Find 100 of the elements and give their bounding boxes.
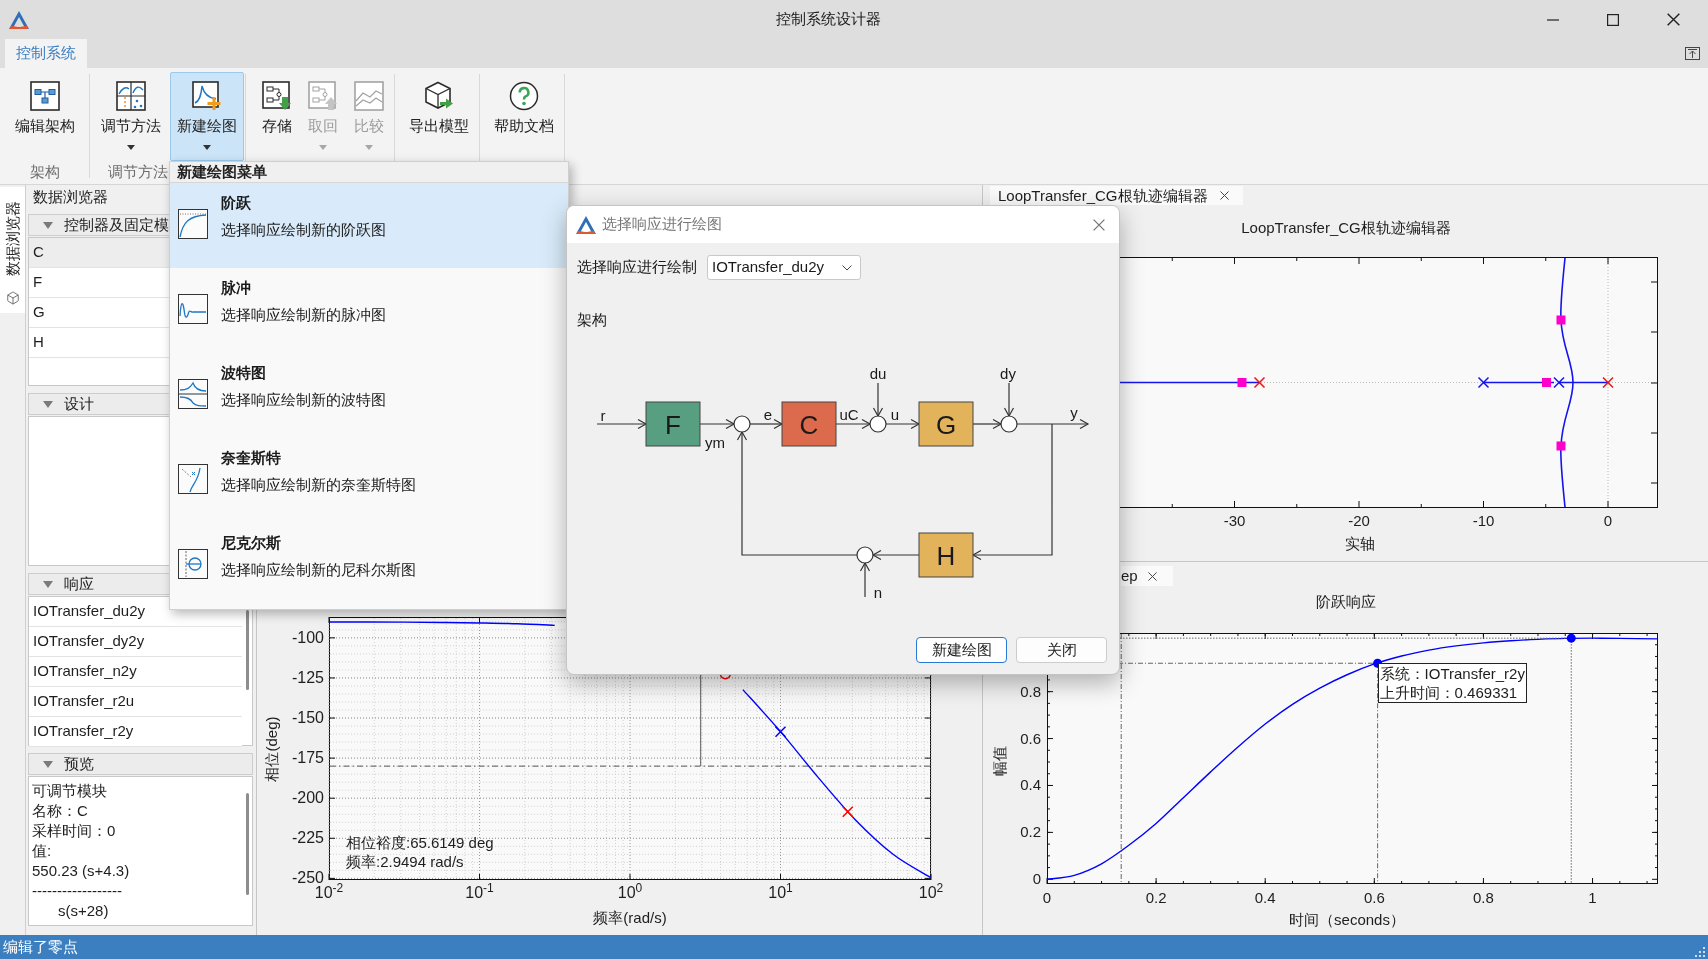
point-marker-icon xyxy=(1566,633,1576,643)
cross-marker-icon xyxy=(774,725,787,738)
cross-marker-icon xyxy=(1477,376,1490,389)
signal-label: ym xyxy=(705,433,725,451)
preview-text: 值: xyxy=(32,841,52,861)
section-header[interactable]: 预览 xyxy=(28,753,253,775)
resize-grip-icon[interactable] xyxy=(1695,947,1705,957)
dialog-button[interactable]: 新建绘图 xyxy=(916,637,1007,663)
ribbon-button[interactable]: 调节方法 xyxy=(96,72,166,161)
diagram-block[interactable]: C xyxy=(781,401,837,447)
status-text: 编辑了零点 xyxy=(2,936,78,957)
chart-title: 阶跃响应 xyxy=(1316,593,1376,611)
close-icon[interactable] xyxy=(1219,191,1229,200)
x-tick-label: 10$^{0}$ xyxy=(617,884,643,902)
cube-icon xyxy=(5,291,20,305)
line-chart-icon xyxy=(354,81,384,111)
y-tick-label: -100 xyxy=(291,628,324,647)
y-tick-label: -175 xyxy=(291,749,324,768)
square-marker-icon xyxy=(1556,315,1566,325)
chart-grid-icon xyxy=(116,81,146,111)
data-tip: 系统：IOTransfer_r2y 上升时间：0.469331 xyxy=(1377,663,1527,704)
side-tab[interactable]: 数据浏览器 xyxy=(0,187,25,313)
y-tick-label: -200 xyxy=(291,789,324,808)
x-tick-label: 10$^{-2}$ xyxy=(314,884,344,902)
cross-marker-icon xyxy=(1553,376,1565,389)
x-tick-label: -10 xyxy=(1472,513,1495,529)
x-axis-label: 实轴 xyxy=(1345,536,1375,552)
close-icon[interactable] xyxy=(1666,13,1680,26)
cross-marker-icon xyxy=(1253,376,1266,389)
dialog-button[interactable]: 关闭 xyxy=(1016,637,1107,663)
close-icon[interactable] xyxy=(1147,571,1157,581)
x-tick-label: -20 xyxy=(1348,513,1370,529)
preview-text: 采样时间：0 xyxy=(32,821,116,841)
y-tick-label: 0.8 xyxy=(1020,682,1041,701)
minimize-icon[interactable] xyxy=(1547,18,1559,21)
signal-label: uC xyxy=(839,405,859,423)
ribbon-button[interactable]: 新建绘图 xyxy=(170,72,244,161)
x-tick-label: 0.2 xyxy=(1145,889,1167,907)
y-tick-label: -125 xyxy=(291,668,324,687)
scrollbar[interactable] xyxy=(245,793,249,895)
window-title: 控制系统设计器 xyxy=(776,9,881,30)
ribbon-button[interactable]: 编辑架构 xyxy=(9,72,81,161)
signal-label: y xyxy=(1070,403,1078,421)
block-diagram-icon xyxy=(30,81,60,111)
x-tick-label: 0.8 xyxy=(1473,889,1494,907)
curve-cross-icon xyxy=(178,464,208,494)
summing-junction-icon xyxy=(856,546,874,564)
plot-tab[interactable]: LoopTransfer_CG根轨迹编辑器 xyxy=(990,186,1243,205)
x-axis-label: 时间（seconds） xyxy=(1289,911,1405,929)
preview-text: 可调节模块 xyxy=(32,781,107,801)
signal-label: n xyxy=(873,583,883,601)
group-label: 调节方法 xyxy=(108,162,168,183)
summing-junction-icon xyxy=(1000,415,1018,433)
x-tick-label: 0 xyxy=(1603,513,1613,529)
y-axis-label: 幅值 xyxy=(992,746,1008,776)
y-axis-label: 相位(deg) xyxy=(264,716,280,781)
y-tick-label: -250 xyxy=(291,869,324,887)
ribbon-tab[interactable]: 控制系统 xyxy=(5,39,87,68)
x-tick-label: 1 xyxy=(1588,889,1597,907)
group-label: 架构 xyxy=(29,162,60,183)
x-tick-label: 10$^{2}$ xyxy=(918,884,944,902)
y-tick-label: 0 xyxy=(1032,870,1041,889)
ribbon-button[interactable]: 导出模型 xyxy=(404,72,474,161)
diagram-block[interactable]: F xyxy=(645,401,701,447)
response-dropdown[interactable]: IOTransfer_du2y xyxy=(707,255,861,280)
maximize-icon[interactable] xyxy=(1607,13,1619,26)
chevron-down-icon xyxy=(842,264,852,271)
collapse-icon[interactable] xyxy=(1685,47,1700,60)
dialog-title: 选择响应进行绘图 xyxy=(602,214,722,235)
preview-text: 550.23 (s+4.3) xyxy=(32,861,130,881)
locus-line xyxy=(1558,381,1609,384)
cross-marker-icon xyxy=(1602,376,1614,389)
menu-item[interactable]: 阶跃 选择响应绘制新的阶跃图 xyxy=(170,183,568,268)
chart-title: LoopTransfer_CG根轨迹编辑器 xyxy=(1241,219,1451,237)
diagram-block[interactable]: G xyxy=(918,401,974,447)
wave-curve-icon xyxy=(178,294,208,324)
y-tick-label: -150 xyxy=(291,709,324,727)
scrollbar[interactable] xyxy=(245,610,249,690)
annotation-text: 相位裕度:65.6149 deg xyxy=(346,833,494,852)
ribbon-button[interactable]: 存储 xyxy=(255,72,299,161)
app-logo-icon xyxy=(9,10,29,29)
menu-item[interactable]: 奈奎斯特 选择响应绘制新的奈奎斯特图 xyxy=(170,438,568,523)
square-marker-icon xyxy=(1237,378,1247,387)
signal-label: dy xyxy=(1000,364,1016,382)
x-tick-label: 0.4 xyxy=(1254,889,1276,907)
plot-tab[interactable]: ep xyxy=(1121,566,1173,586)
x-tick-label: 10$^{-1}$ xyxy=(465,884,494,902)
preview-text: 名称：C xyxy=(32,801,88,821)
panel-title: 数据浏览器 xyxy=(33,187,108,208)
signal-label: r xyxy=(600,406,606,424)
x-axis-label: 频率(rad/s) xyxy=(593,909,667,927)
square-marker-icon xyxy=(1556,441,1566,451)
field-label: 选择响应进行绘制 xyxy=(577,257,697,278)
ribbon-button[interactable]: 帮助文档 xyxy=(489,72,559,161)
y-tick-label: 0.6 xyxy=(1020,729,1041,748)
square-marker-icon xyxy=(1542,378,1551,387)
y-tick-label: 0.4 xyxy=(1020,776,1041,795)
x-tick-label: -30 xyxy=(1223,513,1246,529)
circle-plot-icon xyxy=(178,549,208,579)
diagram-block[interactable]: H xyxy=(918,532,974,578)
